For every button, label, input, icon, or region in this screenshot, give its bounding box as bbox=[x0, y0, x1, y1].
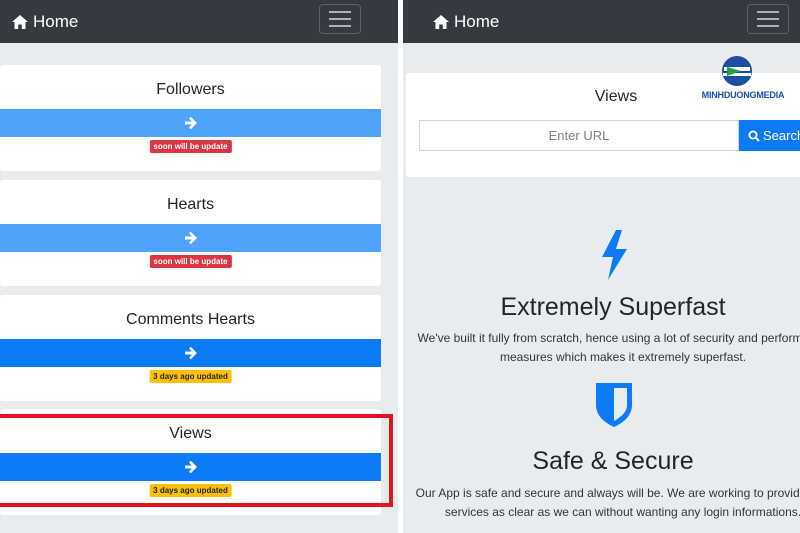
service-card-hearts: Hearts soon will be update bbox=[0, 180, 381, 286]
bolt-icon bbox=[602, 230, 627, 280]
url-input[interactable] bbox=[419, 120, 739, 151]
feature-title: Safe & Secure bbox=[532, 447, 694, 475]
go-button[interactable] bbox=[0, 109, 381, 137]
feature-title: Extremely Superfast bbox=[500, 293, 726, 321]
hamburger-icon bbox=[329, 11, 351, 13]
card-title: Followers bbox=[156, 81, 225, 98]
home-icon bbox=[433, 14, 449, 29]
status-badge: 3 days ago updated bbox=[149, 484, 232, 497]
status-badge: 3 days ago updated bbox=[149, 370, 232, 383]
search-button-label: Search bbox=[763, 128, 800, 143]
service-card-followers: Followers soon will be update bbox=[0, 65, 381, 171]
search-icon bbox=[748, 130, 760, 142]
go-button[interactable] bbox=[0, 224, 381, 252]
menu-toggle-button[interactable] bbox=[319, 4, 361, 34]
card-title: Hearts bbox=[166, 196, 215, 213]
navbar: Home bbox=[403, 0, 800, 43]
arrow-right-icon bbox=[184, 346, 197, 360]
hamburger-icon bbox=[757, 11, 779, 13]
feature-text: We've built it fully from scratch, hence… bbox=[417, 331, 800, 364]
navbar: Home bbox=[0, 0, 398, 43]
logo-icon bbox=[722, 56, 752, 86]
card-title: Views bbox=[169, 425, 212, 442]
home-link[interactable]: Home bbox=[12, 0, 78, 43]
status-badge: soon will be update bbox=[149, 255, 232, 268]
home-icon bbox=[12, 14, 28, 29]
watermark-text: MINHDUONGMEDIA bbox=[701, 90, 785, 100]
home-label: Home bbox=[454, 11, 500, 31]
arrow-right-icon bbox=[184, 460, 197, 474]
home-link[interactable]: Home bbox=[433, 0, 499, 43]
go-button[interactable] bbox=[0, 339, 381, 367]
left-screen: Home Followers soon will be update Heart… bbox=[0, 0, 398, 533]
feature-text: Our App is safe and secure and always wi… bbox=[415, 486, 800, 519]
status-badge: soon will be update bbox=[149, 140, 232, 153]
card-title: Comments Hearts bbox=[126, 311, 255, 328]
shield-icon bbox=[596, 383, 632, 427]
service-card-comments-hearts: Comments Hearts 3 days ago updated bbox=[0, 295, 381, 401]
arrow-right-icon bbox=[184, 116, 197, 130]
search-card: Views Search bbox=[406, 73, 800, 177]
arrow-right-icon bbox=[184, 231, 197, 245]
go-button[interactable] bbox=[0, 453, 381, 481]
service-card-views: Views 3 days ago updated bbox=[0, 409, 381, 515]
home-label: Home bbox=[33, 11, 79, 31]
menu-toggle-button[interactable] bbox=[747, 4, 789, 34]
search-button[interactable]: Search bbox=[739, 120, 800, 151]
right-screen: Home Views Search MINHDUONGMEDIA Extreme… bbox=[403, 0, 800, 533]
